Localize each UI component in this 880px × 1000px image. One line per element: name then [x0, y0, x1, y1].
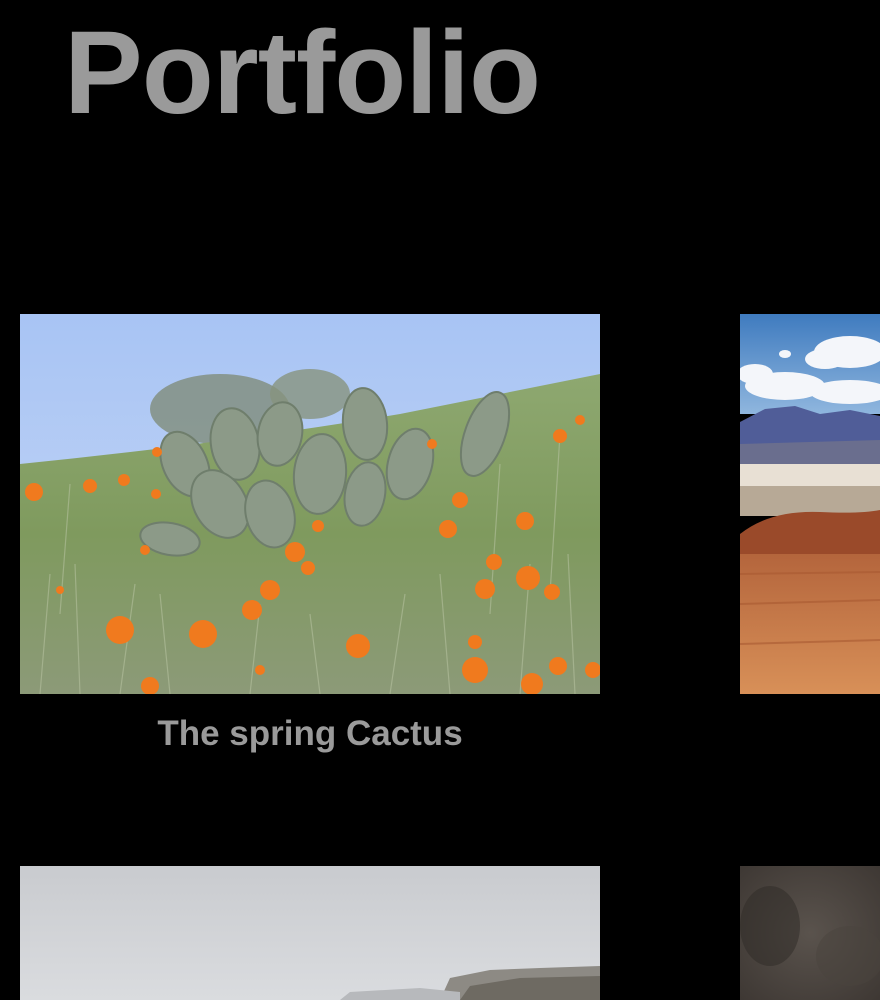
gallery-item-caption[interactable]: The spring Cactus: [20, 714, 600, 754]
coast-photo-image: [20, 866, 600, 1000]
portfolio-page: Portfolio The spring Cactus: [0, 0, 880, 1000]
gallery-item-dark-photo[interactable]: [740, 866, 880, 1000]
desert-photo-image: [740, 314, 880, 694]
gallery-item-coast-photo[interactable]: [20, 866, 600, 1000]
dark-photo-image: [740, 866, 880, 1000]
gallery-item-desert-photo[interactable]: [740, 314, 880, 694]
page-title: Portfolio: [64, 7, 541, 139]
cactus-photo-image: [20, 314, 600, 694]
gallery-item-cactus-photo[interactable]: [20, 314, 600, 694]
